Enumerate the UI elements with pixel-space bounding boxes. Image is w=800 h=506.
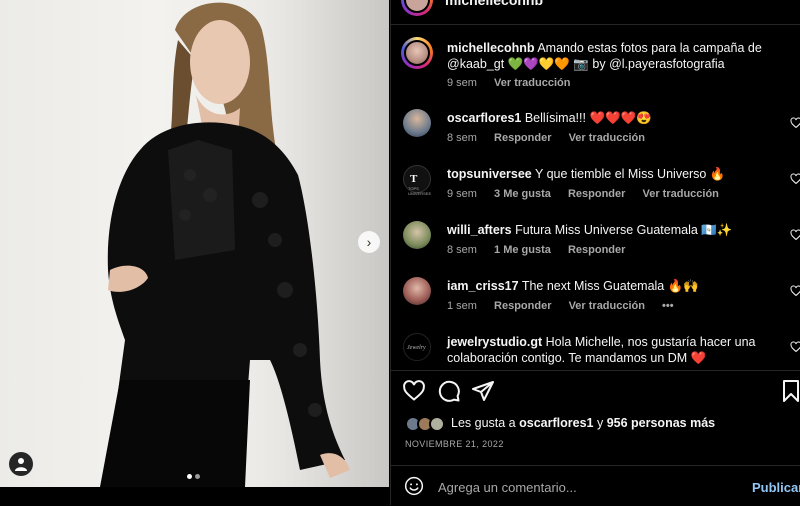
comment-meta: 1 sem Responder Ver traducción ••• (447, 300, 688, 312)
reply-button[interactable]: Responder (494, 132, 551, 144)
comment-avatar-willi_afters[interactable] (403, 221, 431, 249)
likes-joiner: y (596, 416, 604, 430)
post-date[interactable]: NOVIEMBRE 21, 2022 (405, 439, 504, 449)
comment-username[interactable]: iam_criss17 (447, 279, 519, 293)
comment-username[interactable]: oscarflores1 (447, 111, 521, 125)
post-header: michellecohnb (391, 0, 800, 25)
comment-avatar-topsuniversee[interactable]: T TOPS UNIVERSEE (403, 165, 432, 196)
heart-icon[interactable] (402, 379, 426, 403)
comment-time[interactable]: 1 sem (447, 300, 477, 312)
carousel-next-button[interactable]: › (358, 231, 380, 253)
header-username[interactable]: michellecohnb (445, 0, 543, 8)
comment-oscarflores1: oscarflores1 Bellísima!!! ❤️❤️❤️😍 (447, 110, 777, 126)
comment-meta: 9 sem 3 Me gusta Responder Ver traducció… (447, 188, 733, 200)
comment-text: Y que tiemble el Miss Universo 🔥 (535, 167, 726, 181)
more-options-icon[interactable]: ••• (662, 300, 674, 312)
model-illustration (100, 2, 350, 487)
translate-button[interactable]: Ver traducción (569, 132, 645, 144)
reply-button[interactable]: Responder (494, 300, 551, 312)
comment-like-heart-icon[interactable] (790, 117, 800, 129)
liker-avatar (429, 416, 445, 432)
tops-logo-sub: TOPS UNIVERSEE (408, 186, 432, 196)
caption-username[interactable]: michellecohnb (447, 41, 535, 55)
user-tag-button[interactable] (9, 452, 33, 476)
comment-topsuniversee: topsuniversee Y que tiemble el Miss Univ… (447, 166, 777, 182)
comment-avatar-jewelrystudio[interactable]: Jewelry (403, 333, 431, 361)
header-avatar[interactable] (401, 0, 433, 16)
caption-translate[interactable]: Ver traducción (494, 77, 570, 89)
comment-time[interactable]: 8 sem (447, 132, 477, 144)
comment-time[interactable]: 9 sem (447, 188, 477, 200)
photo-bottom-strip (0, 487, 389, 505)
caption-text-block: michellecohnb Amando estas fotos para la… (447, 40, 777, 72)
comment-input[interactable]: Agrega un comentario... (438, 480, 577, 495)
comment-icon[interactable] (437, 379, 461, 403)
likes-others[interactable]: 956 personas más (607, 416, 715, 430)
comment-time[interactable]: 8 sem (447, 244, 477, 256)
caption-meta: 9 sem Ver traducción (447, 77, 584, 89)
comment-iam_criss17: iam_criss17 The next Miss Guatemala 🔥🙌 (447, 278, 777, 294)
actions-divider (391, 370, 800, 371)
comment-meta: 8 sem Responder Ver traducción (447, 132, 659, 144)
comment-like-heart-icon[interactable] (790, 173, 800, 185)
comment-like-heart-icon[interactable] (790, 285, 800, 297)
translate-button[interactable]: Ver traducción (642, 188, 718, 200)
comment-meta: 8 sem 1 Me gusta Responder (447, 244, 639, 256)
jewelry-logo-text: Jewelry (407, 345, 426, 351)
caption-time[interactable]: 9 sem (447, 77, 477, 89)
comment-text: Futura Miss Universe Guatemala 🇬🇹✨ (515, 223, 733, 237)
comment-like-heart-icon[interactable] (790, 341, 800, 353)
translate-button[interactable]: Ver traducción (569, 300, 645, 312)
chevron-right-icon: › (366, 234, 372, 250)
comment-username[interactable]: willi_afters (447, 223, 512, 237)
comment-avatar-oscarflores1[interactable] (403, 109, 431, 137)
comment-bar: Agrega un comentario... Publicar (391, 465, 800, 506)
comment-text: Bellísima!!! ❤️❤️❤️😍 (524, 111, 652, 125)
likes-user[interactable]: oscarflores1 (519, 416, 593, 430)
carousel-indicators (187, 466, 203, 484)
comment-username[interactable]: jewelrystudio.gt (447, 335, 542, 349)
post-photo[interactable]: › (0, 0, 389, 487)
reply-button[interactable]: Responder (568, 244, 625, 256)
comment-avatar-iam_criss17[interactable] (403, 277, 431, 305)
carousel-dot-active (187, 474, 192, 479)
caption-avatar[interactable] (401, 37, 433, 69)
comment-willi_afters: willi_afters Futura Miss Universe Guatem… (447, 222, 777, 238)
carousel-dot (195, 474, 200, 479)
user-tag-icon (15, 458, 27, 471)
post-side-panel: michellecohnb michellecohnb Amando estas… (390, 0, 800, 505)
comment-username[interactable]: topsuniversee (447, 167, 532, 181)
share-icon[interactable] (471, 379, 495, 403)
comment-text: The next Miss Guatemala 🔥🙌 (521, 279, 699, 293)
tops-logo-letter: T (410, 173, 418, 185)
post-viewer: › michellecohnb michellecohnb Amando est… (0, 0, 800, 505)
likes-prefix: Les gusta a (451, 416, 516, 430)
comment-likes[interactable]: 3 Me gusta (494, 188, 551, 200)
emoji-icon[interactable] (404, 476, 424, 496)
bookmark-icon[interactable] (779, 379, 800, 403)
publish-button[interactable]: Publicar (752, 480, 800, 495)
reply-button[interactable]: Responder (568, 188, 625, 200)
likes-summary[interactable]: Les gusta a oscarflores1 y 956 personas … (451, 416, 715, 430)
comment-likes[interactable]: 1 Me gusta (494, 244, 551, 256)
comment-like-heart-icon[interactable] (790, 229, 800, 241)
comment-jewelrystudio: jewelrystudio.gt Hola Michelle, nos gust… (447, 334, 777, 366)
